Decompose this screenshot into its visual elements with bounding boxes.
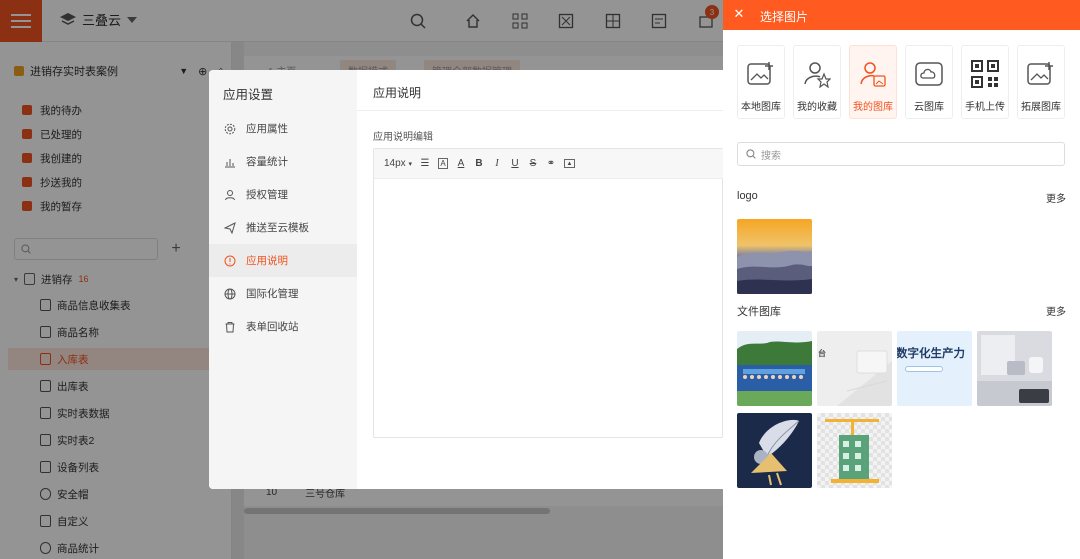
more-link-files[interactable]: 更多	[1046, 303, 1066, 318]
editor-label: 应用说明编辑	[373, 132, 433, 143]
thumbnail-caption: 台	[818, 349, 826, 358]
cloud-icon	[914, 59, 944, 89]
nav-i18n[interactable]: 国际化管理	[209, 277, 357, 310]
picker-search-input[interactable]: 搜索	[737, 142, 1065, 166]
underline-icon[interactable]: U	[510, 158, 520, 169]
nav-label: 推送至云模板	[246, 222, 309, 234]
nav-label: 容量统计	[246, 156, 288, 168]
image-thumbnail[interactable]: 台	[817, 331, 892, 406]
divider	[357, 110, 723, 111]
font-size-select[interactable]: 14px ▾	[384, 158, 412, 169]
app-settings-modal: 应用设置 应用属性 容量统计 授权管理 推送至云模板 应用说明 国际化管理 表单…	[209, 70, 723, 489]
image-thumbnail[interactable]	[817, 413, 892, 488]
panel-header: ✕ 选择图片	[723, 0, 1080, 30]
nav-app-properties[interactable]: 应用属性	[209, 112, 357, 145]
highlight-icon[interactable]: A	[437, 158, 448, 169]
user-icon	[225, 189, 235, 200]
source-local-gallery[interactable]: 本地图库	[737, 45, 785, 119]
qrcode-icon	[970, 59, 1000, 89]
rich-text-editor[interactable]: 14px ▾ ☰ A A B I U S ⚭ ▲	[373, 148, 723, 438]
banner-button	[905, 366, 943, 372]
content-title: 应用说明	[373, 86, 422, 100]
source-label: 云图库	[914, 102, 944, 113]
nav-label: 应用说明	[246, 255, 288, 267]
gear-icon	[224, 123, 236, 134]
image-thumbnail[interactable]: 数字化生产力	[897, 331, 972, 406]
nav-app-description[interactable]: 应用说明	[209, 244, 357, 277]
panel-title: 选择图片	[760, 10, 809, 24]
source-extended-gallery[interactable]: 拓展图库	[1017, 45, 1065, 119]
source-label: 我的图库	[853, 102, 893, 113]
source-cloud-gallery[interactable]: 云图库	[905, 45, 953, 119]
section-title-logo: logo	[737, 190, 758, 202]
chevron-down-icon: ▾	[408, 160, 412, 168]
settings-nav: 应用设置 应用属性 容量统计 授权管理 推送至云模板 应用说明 国际化管理 表单…	[209, 70, 357, 489]
nav-recycle-bin[interactable]: 表单回收站	[209, 310, 357, 343]
image-thumbnail[interactable]	[977, 331, 1052, 406]
align-icon[interactable]: ☰	[420, 158, 430, 169]
section-title-files: 文件图库	[737, 306, 781, 318]
more-link-logo[interactable]: 更多	[1046, 190, 1066, 205]
info-icon	[224, 255, 236, 266]
nav-authorization[interactable]: 授权管理	[209, 178, 357, 211]
image-icon[interactable]: ▲	[563, 159, 575, 168]
image-picker-panel: ✕ 选择图片 本地图库 我的收藏 我的图库 云图库 手机上传 拓展图库 搜索 l…	[723, 0, 1080, 559]
user-star-icon	[802, 59, 832, 89]
link-icon[interactable]: ⚭	[546, 158, 556, 169]
nav-capacity[interactable]: 容量统计	[209, 145, 357, 178]
source-label: 本地图库	[741, 102, 781, 113]
user-image-icon	[858, 59, 888, 89]
nav-label: 国际化管理	[246, 288, 299, 300]
source-favorites[interactable]: 我的收藏	[793, 45, 841, 119]
image-add-icon	[1026, 59, 1056, 89]
image-add-icon	[746, 59, 776, 89]
globe-icon	[224, 288, 236, 299]
strikethrough-icon[interactable]: S	[528, 158, 538, 169]
image-thumbnail[interactable]	[737, 413, 812, 488]
nav-label: 授权管理	[246, 189, 288, 201]
source-my-gallery[interactable]: 我的图库	[849, 45, 897, 119]
search-placeholder: 搜索	[761, 150, 781, 162]
send-icon	[224, 221, 236, 234]
nav-push-template[interactable]: 推送至云模板	[209, 211, 357, 244]
bold-icon[interactable]: B	[474, 158, 484, 169]
nav-label: 表单回收站	[246, 321, 299, 333]
source-phone-upload[interactable]: 手机上传	[961, 45, 1009, 119]
source-label: 拓展图库	[1021, 102, 1061, 113]
source-label: 我的收藏	[797, 102, 837, 113]
font-color-icon[interactable]: A	[456, 158, 466, 169]
font-size-value: 14px	[384, 158, 406, 169]
source-label: 手机上传	[965, 102, 1005, 113]
editor-toolbar: 14px ▾ ☰ A A B I U S ⚭ ▲	[374, 149, 723, 179]
image-thumbnail[interactable]	[737, 331, 812, 406]
image-thumbnail[interactable]	[737, 219, 812, 294]
thumbnail-caption: 数字化生产力	[897, 348, 965, 360]
italic-icon[interactable]: I	[492, 158, 502, 169]
search-icon	[746, 149, 756, 159]
trash-icon	[225, 321, 235, 332]
bar-chart-icon	[225, 158, 235, 167]
settings-title: 应用设置	[223, 88, 274, 102]
close-icon[interactable]: ✕	[732, 7, 746, 21]
nav-label: 应用属性	[246, 123, 288, 135]
